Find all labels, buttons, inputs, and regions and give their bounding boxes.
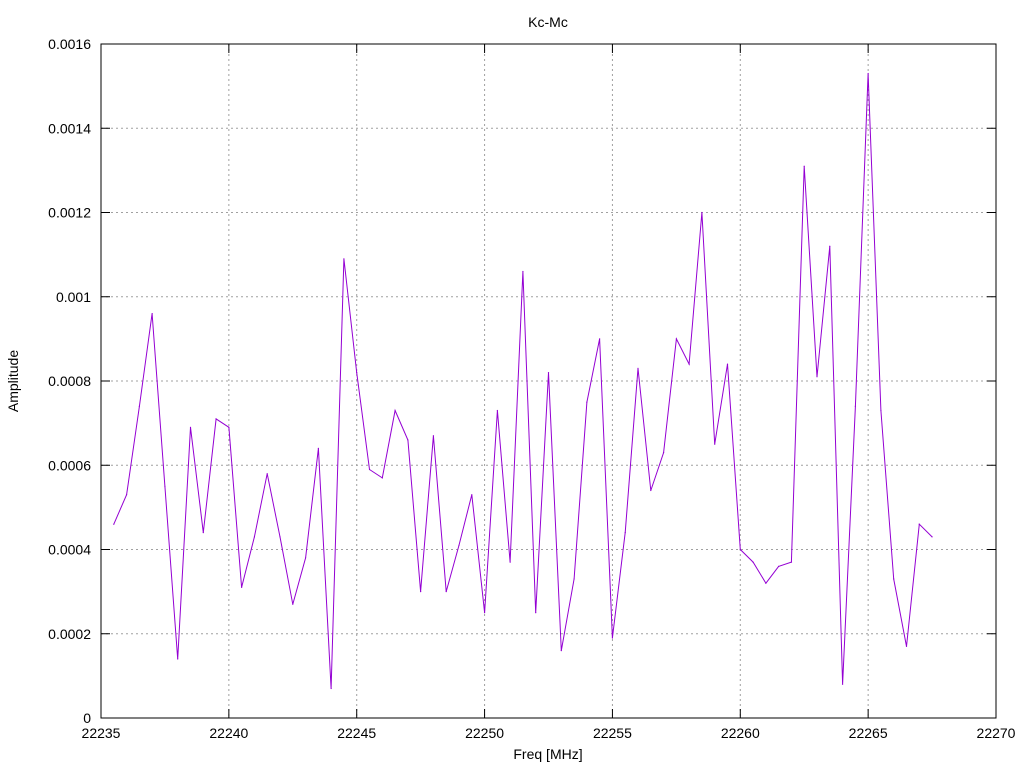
data-point — [701, 211, 703, 214]
data-point — [113, 523, 115, 525]
data-point — [547, 371, 550, 374]
data-point — [253, 536, 256, 538]
x-tick-label: 22260 — [721, 725, 760, 741]
x-tick-label: 22255 — [593, 725, 632, 741]
data-point — [573, 578, 575, 580]
data-point — [918, 523, 920, 525]
data-point — [637, 367, 639, 369]
y-tick-label: 0.0016 — [48, 36, 91, 52]
data-point — [471, 494, 473, 496]
y-tick-label: 0.0004 — [48, 542, 91, 558]
data-point — [509, 561, 511, 563]
data-point — [368, 468, 371, 471]
data-point — [381, 477, 383, 479]
data-point — [407, 439, 409, 441]
data-point — [202, 532, 204, 534]
x-tick-label: 22265 — [849, 725, 888, 741]
data-point — [688, 363, 690, 365]
data-point — [330, 687, 332, 690]
data-point — [279, 536, 281, 538]
data-point — [829, 245, 831, 247]
y-tick-label: 0.0012 — [48, 205, 91, 221]
x-axis-tick-labels: 22235 22240 22245 22250 22255 22260 22265 22270 — [82, 725, 1016, 741]
data-point — [177, 658, 179, 660]
data-point — [624, 532, 626, 534]
data-point — [317, 447, 319, 449]
data-point — [726, 363, 729, 365]
y-tick-label: 0 — [83, 710, 91, 726]
data-point — [496, 409, 498, 412]
y-tick-label: 0.001 — [56, 289, 91, 305]
x-tick-label: 22240 — [209, 725, 248, 741]
data-point — [228, 426, 230, 428]
x-tick-label: 22270 — [977, 725, 1016, 741]
data-point — [522, 270, 524, 273]
data-point — [535, 612, 537, 614]
y-axis-title: Amplitude — [5, 350, 21, 412]
data-point — [483, 612, 486, 614]
data-point — [189, 426, 192, 428]
data-point — [356, 371, 358, 374]
data-point — [125, 494, 128, 496]
data-point — [445, 591, 447, 593]
data-point — [867, 72, 869, 75]
data-point — [151, 313, 153, 315]
data-point — [599, 338, 601, 340]
data-point — [752, 561, 754, 563]
y-tick-label: 0.0014 — [48, 120, 91, 136]
data-point — [432, 435, 435, 437]
x-axis-title: Freq [MHz] — [513, 746, 582, 762]
data-point — [714, 443, 716, 445]
data-point — [292, 603, 294, 605]
data-point — [675, 338, 677, 340]
chart-title: Kc-Mc — [528, 14, 568, 30]
x-tick-label: 22250 — [465, 725, 504, 741]
data-point — [611, 637, 614, 639]
data-point — [164, 485, 166, 487]
data-point — [662, 452, 665, 454]
data-point — [816, 376, 818, 378]
data-point — [215, 418, 217, 420]
data-point — [739, 548, 741, 551]
data-point — [931, 536, 933, 538]
data-point — [790, 561, 793, 563]
data-point — [778, 565, 780, 567]
data-point — [841, 683, 844, 685]
chart-canvas: Kc-Mc 0 0.0002 0.0004 0.0006 0.0008 0.001 0.00… — [5, 14, 1016, 762]
data-point — [394, 409, 396, 412]
data-point — [650, 489, 652, 492]
y-tick-label: 0.0006 — [48, 457, 91, 473]
data-point — [241, 586, 243, 589]
data-point — [854, 405, 856, 407]
x-tick-label: 22235 — [82, 725, 121, 741]
data-point — [560, 650, 562, 652]
data-point — [803, 165, 805, 167]
data-point — [304, 557, 307, 559]
y-tick-label: 0.0002 — [48, 626, 91, 642]
data-point — [458, 544, 460, 546]
data-point — [138, 405, 140, 407]
data-point — [343, 258, 345, 260]
data-point — [266, 473, 268, 475]
x-tick-label: 22245 — [337, 725, 376, 741]
data-point — [905, 645, 908, 647]
data-point — [586, 401, 588, 403]
y-axis-tick-labels: 0 0.0002 0.0004 0.0006 0.0008 0.001 0.0012 0.00… — [48, 36, 91, 726]
data-point — [893, 578, 895, 580]
data-point — [420, 591, 422, 593]
data-point — [765, 582, 767, 584]
y-tick-label: 0.0008 — [48, 373, 91, 389]
data-point — [880, 409, 882, 412]
